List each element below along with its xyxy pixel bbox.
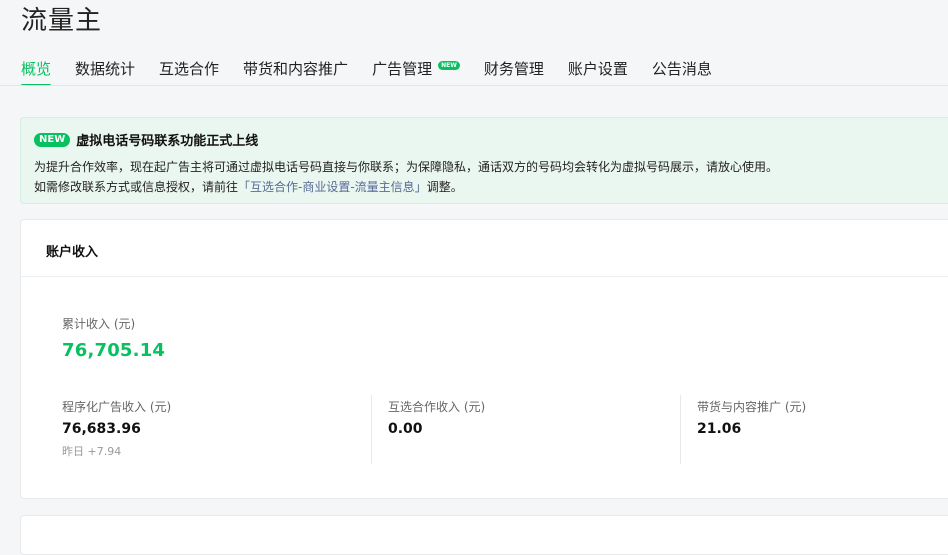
tab-commerce-promotion[interactable]: 带货和内容推广 bbox=[243, 58, 348, 86]
tab-label: 广告管理 bbox=[372, 60, 433, 78]
next-card bbox=[20, 515, 948, 555]
stat-value: 21.06 bbox=[697, 421, 742, 437]
tab-label: 财务管理 bbox=[483, 60, 544, 78]
divider bbox=[680, 395, 681, 464]
notice-title: 虚拟电话号码联系功能正式上线 bbox=[76, 134, 259, 149]
new-badge: NEW bbox=[438, 61, 460, 70]
stat-label: 互选合作收入 (元) bbox=[388, 400, 486, 414]
commerce-promotion-income: 带货与内容推广 (元) 21.06 bbox=[697, 398, 806, 437]
notice-text-suffix: 调整。 bbox=[426, 180, 463, 194]
tab-label: 带货和内容推广 bbox=[243, 60, 349, 78]
total-income-label: 累计收入 (元) bbox=[62, 317, 136, 331]
notice-text-prefix: 如需修改联系方式或信息授权，请前往 bbox=[34, 180, 239, 194]
notice-header: NEW 虚拟电话号码联系功能正式上线 bbox=[34, 130, 258, 149]
income-card: 账户收入 累计收入 (元) 76,705.14 程序化广告收入 (元) 76,6… bbox=[20, 219, 948, 499]
header: 流量主 概览 数据统计 互选合作 带货和内容推广 广告管理 NEW 财务管理 账户… bbox=[0, 0, 948, 86]
tab-label: 数据统计 bbox=[75, 60, 136, 78]
tab-announcements[interactable]: 公告消息 bbox=[652, 58, 712, 86]
tab-account-settings[interactable]: 账户设置 bbox=[568, 58, 628, 86]
stat-label: 带货与内容推广 (元) bbox=[697, 400, 807, 414]
notice-text-2: 如需修改联系方式或信息授权，请前往「互选合作-商业设置-流量主信息」调整。 bbox=[34, 178, 463, 195]
new-badge: NEW bbox=[34, 132, 71, 147]
divider bbox=[371, 395, 372, 464]
stat-label: 程序化广告收入 (元) bbox=[62, 400, 172, 414]
main-tabs: 概览 数据统计 互选合作 带货和内容推广 广告管理 NEW 财务管理 账户设置 公… bbox=[21, 58, 736, 86]
notice-banner: NEW 虚拟电话号码联系功能正式上线 为提升合作效率，现在起广告主将可通过虚拟电… bbox=[20, 117, 948, 204]
tab-ad-management[interactable]: 广告管理 NEW bbox=[372, 58, 460, 86]
stat-value: 76,683.96 bbox=[62, 421, 141, 437]
stat-value: 0.00 bbox=[388, 421, 423, 437]
tab-label: 概览 bbox=[21, 60, 52, 78]
notice-text: 为提升合作效率，现在起广告主将可通过虚拟电话号码直接与你联系；为保障隐私，通话双… bbox=[34, 160, 779, 174]
tab-label: 互选合作 bbox=[159, 60, 220, 78]
card-title: 账户收入 bbox=[46, 245, 99, 260]
stat-yesterday: 昨日 +7.94 bbox=[62, 445, 122, 458]
settings-link[interactable]: 「互选合作-商业设置-流量主信息」 bbox=[238, 180, 427, 194]
tab-overview[interactable]: 概览 bbox=[21, 58, 52, 86]
app-title: 流量主 bbox=[21, 6, 103, 36]
total-income-value: 76,705.14 bbox=[62, 340, 166, 361]
tab-label: 公告消息 bbox=[651, 60, 712, 78]
tab-data-statistics[interactable]: 数据统计 bbox=[75, 58, 135, 86]
tab-label: 账户设置 bbox=[567, 60, 628, 78]
tab-mutual-selection[interactable]: 互选合作 bbox=[159, 58, 219, 86]
mutual-selection-income: 互选合作收入 (元) 0.00 bbox=[388, 398, 485, 437]
tab-finance[interactable]: 财务管理 bbox=[484, 58, 544, 86]
divider bbox=[21, 276, 948, 277]
programmatic-ad-income: 程序化广告收入 (元) 76,683.96 昨日 +7.94 bbox=[62, 398, 171, 459]
tabs-divider bbox=[0, 85, 948, 86]
